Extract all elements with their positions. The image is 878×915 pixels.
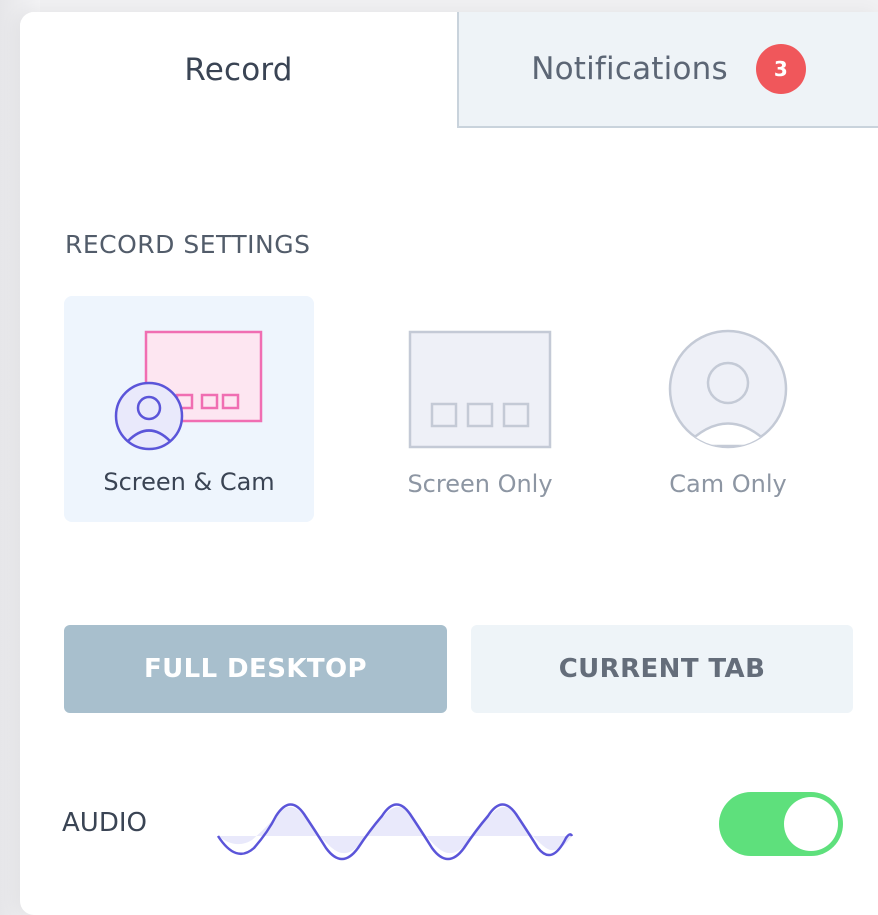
full-desktop-button[interactable]: FULL DESKTOP [64, 625, 447, 713]
record-settings-title: RECORD SETTINGS [65, 230, 311, 259]
mode-screen-only[interactable]: Screen Only [355, 296, 605, 522]
screen-only-icon [408, 330, 552, 449]
audio-waveform-icon [216, 803, 574, 861]
current-tab-button[interactable]: CURRENT TAB [471, 625, 853, 713]
tab-record[interactable]: Record [20, 12, 457, 128]
tab-notifications-label: Notifications [531, 51, 728, 87]
cam-only-icon [668, 329, 788, 449]
mode-cam-only-label: Cam Only [669, 470, 787, 498]
tab-notifications[interactable]: Notifications 3 [457, 12, 878, 128]
tab-record-label: Record [184, 52, 293, 88]
mode-cam-only[interactable]: Cam Only [603, 296, 853, 522]
mode-screen-only-label: Screen Only [407, 470, 553, 498]
recorder-panel: Record Notifications 3 RECORD SETTINGS S… [20, 12, 878, 915]
toggle-knob [784, 797, 838, 851]
screen-and-cam-icon [114, 330, 263, 451]
notifications-count-badge: 3 [755, 44, 806, 94]
mode-screen-and-cam[interactable]: Screen & Cam [64, 296, 314, 522]
audio-label: AUDIO [62, 808, 147, 838]
audio-toggle[interactable] [719, 792, 843, 856]
mode-screen-and-cam-label: Screen & Cam [103, 468, 275, 496]
